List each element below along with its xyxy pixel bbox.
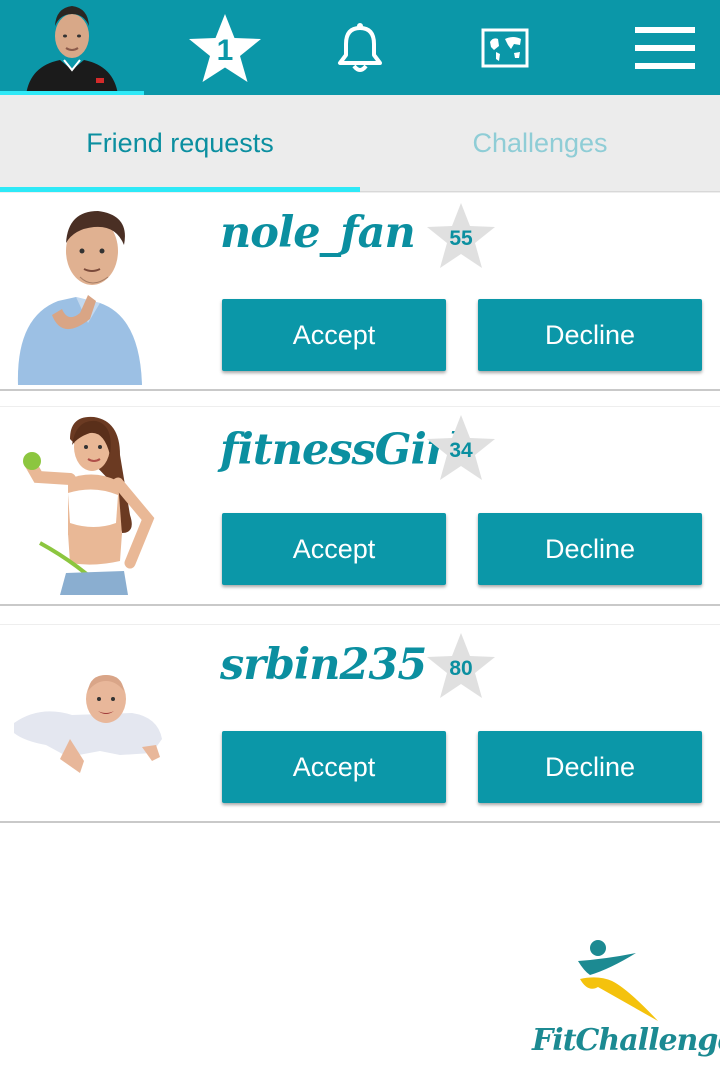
score-value: 34 — [449, 439, 473, 462]
profile-avatar — [26, 6, 118, 95]
score-value: 80 — [449, 657, 473, 680]
logo-text: FitChallenger — [532, 1023, 720, 1058]
friend-request-card: srbin235 80 Accept Decline — [0, 624, 720, 823]
username: nole_fan — [220, 208, 416, 258]
friend-request-card: fitnessGirl 34 Accept Decline — [0, 406, 720, 606]
map-button[interactable] — [460, 0, 550, 95]
user-avatar — [17, 211, 143, 385]
tab-label: Friend requests — [86, 128, 274, 158]
friend-request-card: nole_fan 55 Accept Decline — [0, 192, 720, 391]
top-navigation-bar: 1 — [0, 0, 720, 95]
logo-runner-icon — [578, 940, 658, 1021]
bell-icon — [338, 22, 382, 72]
star-count: 1 — [216, 33, 234, 67]
profile-avatar-button[interactable] — [0, 0, 144, 95]
fitchallenger-logo: FitChallenger — [528, 935, 720, 1070]
user-avatar — [14, 675, 162, 773]
menu-button[interactable] — [620, 0, 710, 95]
score-value: 55 — [449, 227, 473, 250]
tab-friend-requests[interactable]: Friend requests — [0, 95, 360, 192]
tab-label: Challenges — [472, 128, 608, 158]
decline-button[interactable]: Decline — [478, 513, 702, 585]
decline-button[interactable]: Decline — [478, 299, 702, 371]
tab-bar: Friend requests Challenges — [0, 95, 720, 192]
user-avatar — [23, 416, 155, 595]
menu-icon — [635, 26, 695, 69]
accept-button[interactable]: Accept — [222, 513, 446, 585]
decline-button[interactable]: Decline — [478, 731, 702, 803]
username: srbin235 — [220, 640, 427, 690]
tab-challenges[interactable]: Challenges — [360, 95, 720, 192]
accept-button[interactable]: Accept — [222, 731, 446, 803]
accept-button[interactable]: Accept — [222, 299, 446, 371]
score-badge: 80 — [424, 631, 498, 701]
score-badge: 55 — [424, 201, 498, 271]
stars-button[interactable]: 1 — [180, 0, 270, 95]
map-icon — [481, 28, 529, 67]
score-badge: 34 — [424, 413, 498, 483]
notifications-button[interactable] — [315, 0, 405, 95]
